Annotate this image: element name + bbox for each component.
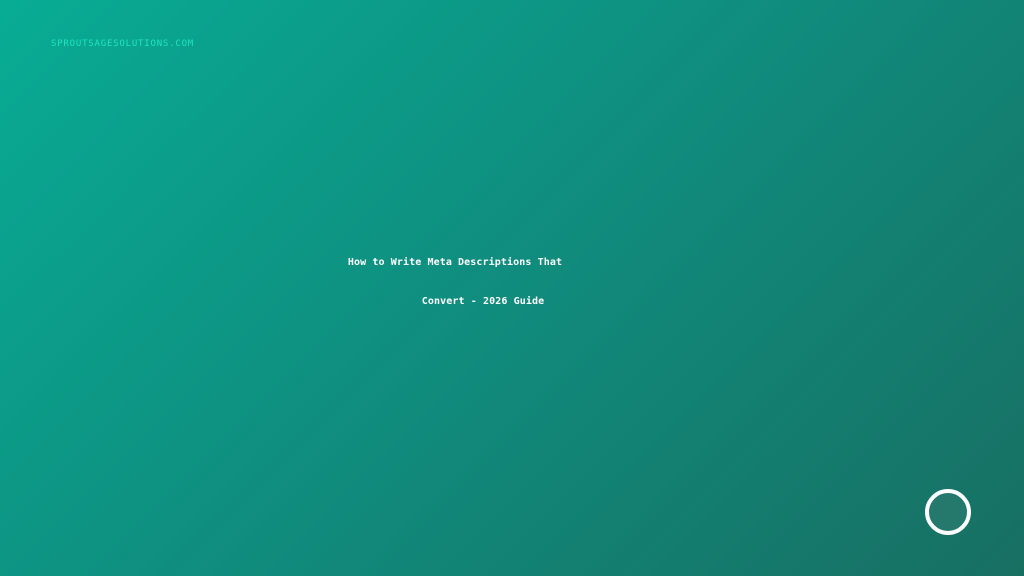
- page-title-line-2: Convert - 2026 Guide: [421, 296, 545, 307]
- ring-logo-icon: [925, 489, 971, 535]
- site-label: SPROUTSAGESOLUTIONS.COM: [51, 39, 195, 49]
- page-title-line-1: How to Write Meta Descriptions That: [347, 257, 563, 268]
- page-title: How to Write Meta Descriptions That Conv…: [300, 243, 620, 321]
